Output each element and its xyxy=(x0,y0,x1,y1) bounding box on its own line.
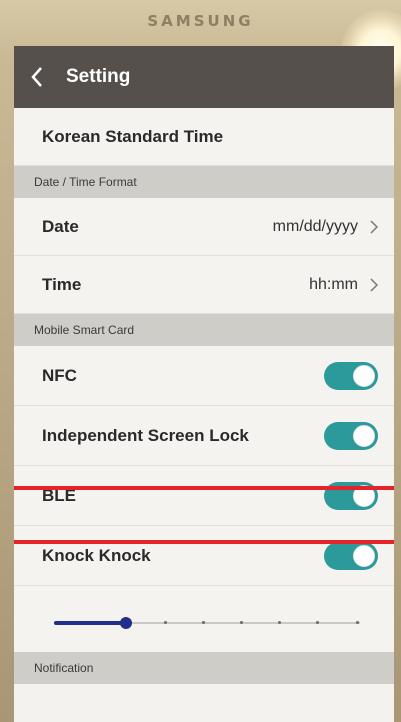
page-title: Setting xyxy=(66,66,131,87)
slider-step-dot xyxy=(202,621,205,624)
timezone-row[interactable]: Korean Standard Time xyxy=(14,108,394,166)
slider-fill xyxy=(54,621,126,625)
screen-lock-label: Independent Screen Lock xyxy=(42,425,249,445)
time-label: Time xyxy=(42,274,82,294)
chevron-left-icon[interactable] xyxy=(30,66,48,88)
ble-highlight-box xyxy=(14,486,394,544)
slider-step-dot xyxy=(240,621,243,624)
title-bar: Setting xyxy=(14,46,394,108)
timezone-label: Korean Standard Time xyxy=(42,126,224,146)
level-slider[interactable] xyxy=(14,586,394,652)
slider-step-dot xyxy=(164,621,167,624)
screen-lock-row: Independent Screen Lock xyxy=(14,406,394,466)
section-header-mobile-smart-card: Mobile Smart Card xyxy=(14,314,394,346)
knock-knock-label: Knock Knock xyxy=(42,545,151,565)
slider-step-dot xyxy=(316,621,319,624)
section-header-datetime: Date / Time Format xyxy=(14,166,394,198)
nfc-row: NFC xyxy=(14,346,394,406)
nfc-toggle[interactable] xyxy=(324,361,378,390)
toggle-knob xyxy=(353,364,375,387)
chevron-right-icon xyxy=(370,277,379,292)
nfc-label: NFC xyxy=(42,365,77,385)
time-format-row[interactable]: Time hh:mm xyxy=(14,256,394,314)
section-header-notification: Notification xyxy=(14,652,394,684)
knock-knock-toggle[interactable] xyxy=(324,541,378,570)
time-value: hh:mm xyxy=(309,275,358,293)
toggle-knob xyxy=(353,424,375,447)
toggle-knob xyxy=(353,544,375,567)
date-value: mm/dd/yyyy xyxy=(272,217,358,235)
phone-screen: Setting Korean Standard Time Date / Time… xyxy=(14,46,394,722)
slider-thumb[interactable] xyxy=(120,617,132,629)
slider-step-dot xyxy=(356,621,359,624)
slider-step-dot xyxy=(278,621,281,624)
brand-logo: SAMSUNG xyxy=(147,12,254,30)
chevron-right-icon xyxy=(370,219,379,234)
screen-lock-toggle[interactable] xyxy=(324,421,378,450)
date-format-row[interactable]: Date mm/dd/yyyy xyxy=(14,198,394,256)
date-label: Date xyxy=(42,216,79,236)
